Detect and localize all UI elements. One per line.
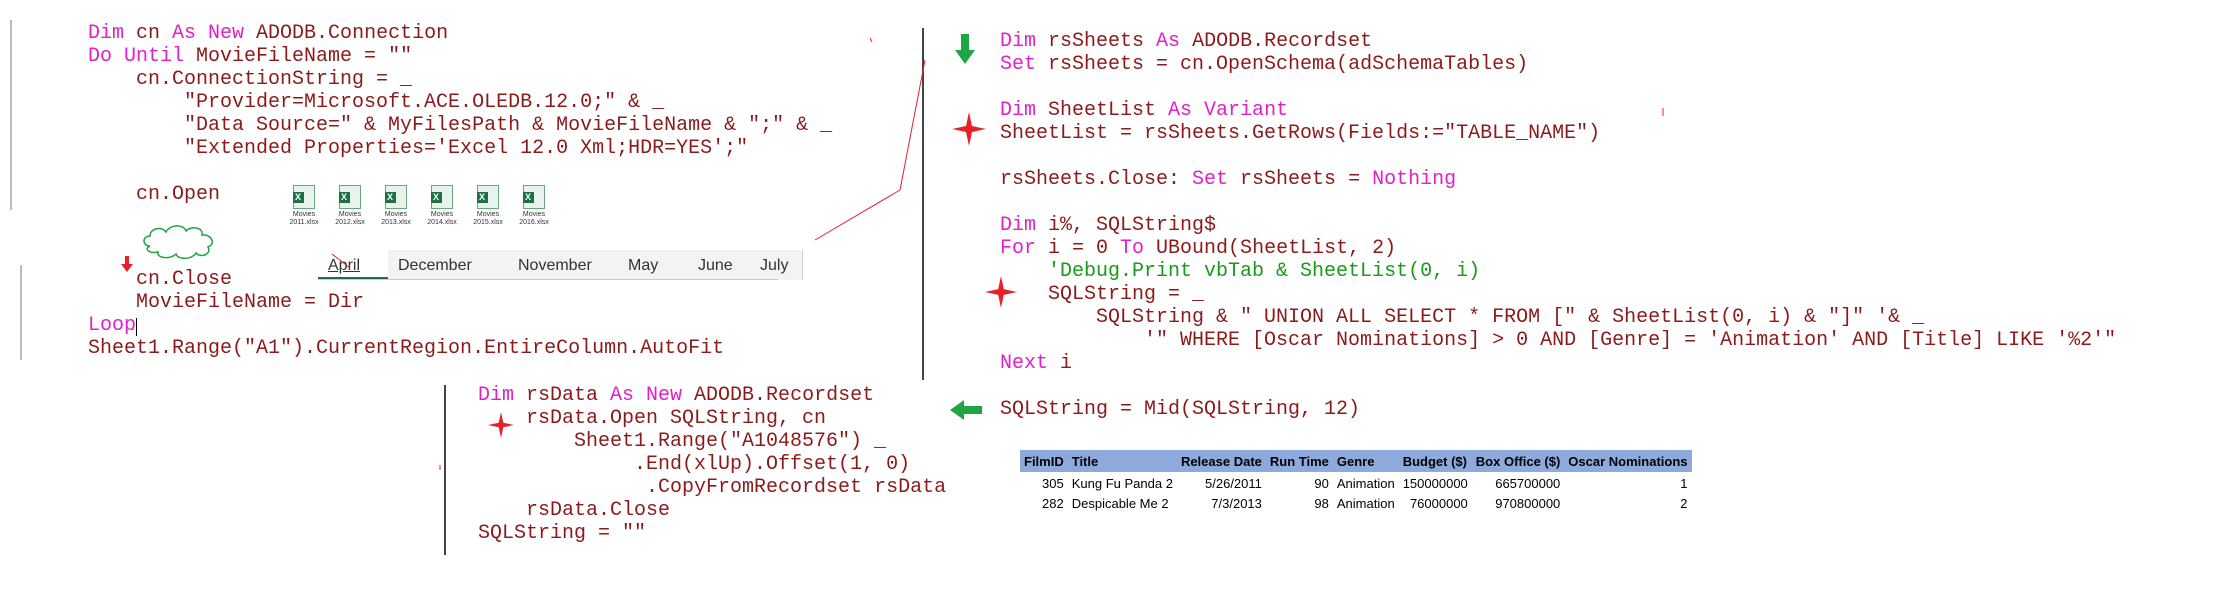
- column-header: Run Time: [1265, 450, 1333, 473]
- table-cell: 970800000: [1495, 495, 1561, 511]
- column-header: Release Date: [1176, 450, 1266, 473]
- table-cell: 7/3/2013: [1211, 495, 1262, 511]
- table-cell: 76000000: [1409, 495, 1468, 511]
- column-header: Box Office ($): [1471, 450, 1565, 473]
- green-down-arrow-icon: [955, 34, 975, 64]
- red-star-icon: [952, 112, 986, 146]
- results-table: FilmID Title Release Date Run Time Genre Budg…: [1020, 450, 1692, 513]
- table-cell: 5/26/2011: [1205, 475, 1262, 491]
- table-cell: Kung Fu Panda 2: [1071, 475, 1173, 491]
- table-cell: 1: [1680, 475, 1688, 491]
- table-cell: 305: [1042, 475, 1064, 491]
- table-cell: Animation: [1336, 475, 1395, 491]
- column-header: Oscar Nominations: [1564, 450, 1692, 473]
- results-header-row: FilmID Title Release Date Run Time Genre Budg…: [1020, 450, 1692, 473]
- table-cell: 150000000: [1402, 475, 1468, 491]
- table-cell: 665700000: [1495, 475, 1561, 491]
- table-cell: 2: [1680, 495, 1688, 511]
- table-cell: Despicable Me 2: [1071, 495, 1169, 511]
- red-star-icon: [985, 276, 1017, 308]
- table-cell: Animation: [1336, 495, 1395, 511]
- text-cursor: [136, 318, 137, 336]
- table-cell: 98: [1314, 495, 1329, 511]
- table-cell: 90: [1314, 475, 1329, 491]
- red-down-arrow-icon: [121, 256, 133, 272]
- green-left-arrow-icon: [950, 400, 982, 420]
- column-header: FilmID: [1020, 450, 1068, 473]
- column-header: Genre: [1332, 450, 1399, 473]
- table-cell: 282: [1042, 495, 1064, 511]
- column-header: Budget ($): [1398, 450, 1472, 473]
- red-star-icon: [488, 412, 514, 438]
- table-row: 305 Kung Fu Panda 2 5/26/2011 90 Animation 15…: [1020, 473, 1692, 494]
- table-row: 282 Despicable Me 2 7/3/2013 98 Animation 760…: [1020, 493, 1692, 513]
- column-header: Title: [1067, 450, 1177, 473]
